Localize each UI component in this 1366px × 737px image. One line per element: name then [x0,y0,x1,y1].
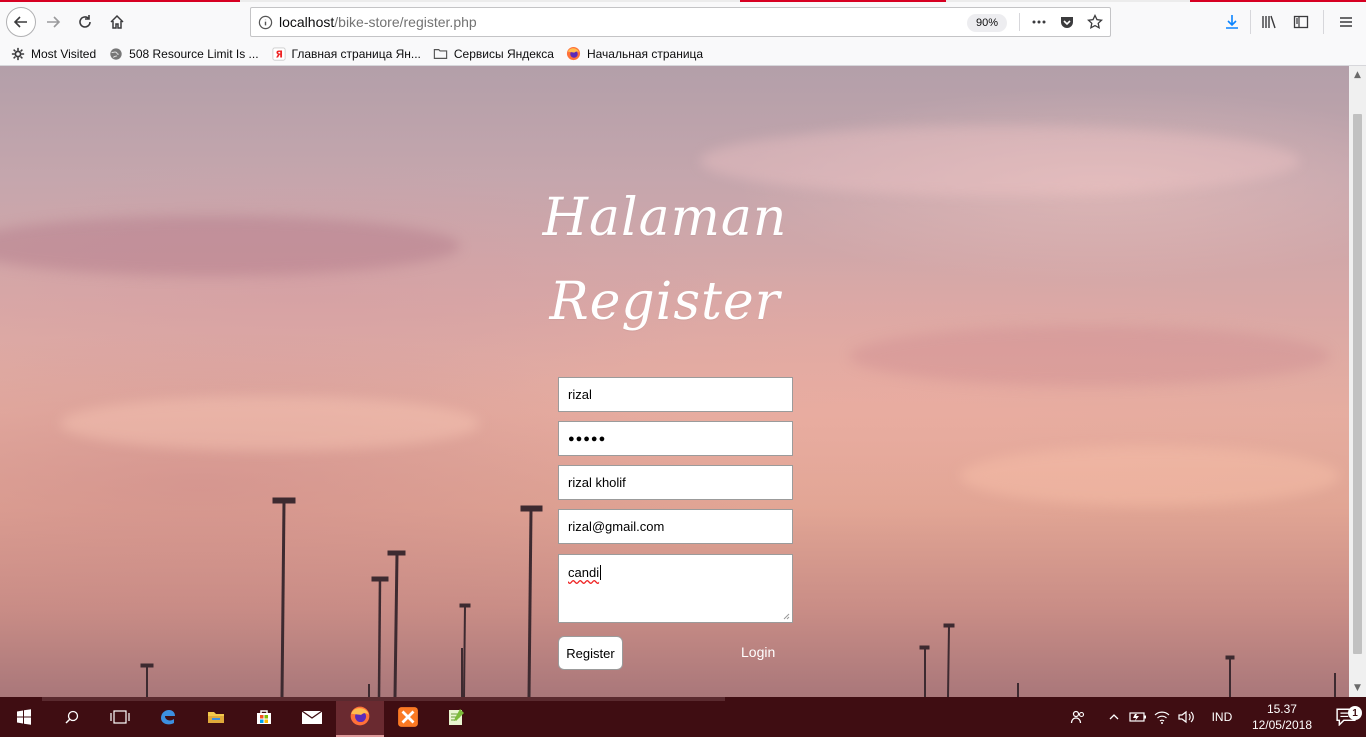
xampp-icon [398,707,418,727]
home-button[interactable] [102,7,132,37]
taskbar-highlight-strip [42,697,725,701]
svg-text:Я: Я [275,49,282,60]
email-input[interactable]: rizal@gmail.com [558,509,793,544]
bookmark-yandex-services[interactable]: Сервисы Яндекса [433,44,554,64]
edge-icon [161,710,175,725]
page-scrollbar[interactable]: ▲ ▼ [1349,66,1366,697]
bookmark-label: Начальная страница [586,46,704,61]
notepad-icon [449,709,464,725]
toolbar-divider [1250,10,1251,34]
folder-icon [208,712,224,723]
chevron-up-icon[interactable] [1102,697,1126,737]
username-input[interactable]: rizal [558,377,793,412]
resize-grip-icon[interactable] [782,612,790,620]
system-clock[interactable]: 15.37 12/05/2018 [1252,701,1312,733]
email-value: rizal@gmail.com [568,519,665,534]
bookmark-star-icon[interactable] [1086,12,1104,32]
taskbar-store[interactable] [240,697,288,737]
reload-icon [79,15,91,28]
windows-logo-icon [17,709,31,725]
home-icon [110,14,124,29]
task-view-button[interactable] [96,697,144,737]
password-mask: ●●●●● [568,432,607,445]
store-icon [257,710,271,724]
people-icon[interactable] [1062,697,1094,737]
fullname-input[interactable]: rizal kholif [558,465,793,500]
reload-button[interactable] [70,7,100,37]
downloads-button[interactable] [1216,6,1248,38]
search-button[interactable] [48,697,96,737]
url-divider [1019,13,1020,31]
bookmark-start-page[interactable]: Начальная страница [566,44,703,64]
taskbar-firefox[interactable] [336,697,384,737]
battery-icon[interactable] [1126,697,1150,737]
search-icon [65,710,79,724]
navigation-toolbar: localhost/bike-store/register.php 90% [0,2,1366,42]
task-view-icon [110,710,130,724]
firefox-icon [566,46,582,62]
forward-button[interactable] [38,7,68,37]
taskbar-file-explorer[interactable] [192,697,240,737]
mail-icon [301,710,323,724]
menu-button[interactable] [1330,6,1362,38]
login-link[interactable]: Login [741,644,775,660]
volume-icon[interactable] [1174,697,1198,737]
pocket-icon[interactable] [1058,12,1076,32]
firefox-icon [350,706,370,726]
clock-time: 15.37 [1266,702,1297,716]
library-button[interactable] [1253,6,1285,38]
hamburger-menu-icon [1340,17,1352,27]
bookmark-label: Most Visited [31,46,97,61]
arrow-right-icon [47,16,61,28]
page-title: Halaman Register [525,176,805,344]
page-viewport: Halaman Register rizal ●●●●● rizal kholi… [0,66,1349,697]
start-button[interactable] [0,697,48,737]
scroll-down-arrow-icon[interactable]: ▼ [1353,683,1362,693]
password-input[interactable]: ●●●●● [558,421,793,456]
gear-icon [10,46,26,62]
download-icon [1226,15,1238,29]
sidebar-icon [1293,15,1309,29]
action-center-button[interactable]: 1 [1326,706,1366,726]
url-bar[interactable]: localhost/bike-store/register.php 90% [250,7,1111,37]
bookmark-most-visited[interactable]: Most Visited [10,44,96,64]
back-button[interactable] [6,7,36,37]
bookmark-label: Главная страница Ян... [291,46,421,61]
address-value: candi [568,565,600,580]
globe-icon [108,46,124,62]
title-line-1: Halaman [542,188,788,248]
address-textarea[interactable]: candi [558,554,793,623]
notification-count-badge: 1 [1348,706,1362,720]
username-value: rizal [568,387,592,402]
wifi-icon[interactable] [1150,697,1174,737]
bookmark-508-resource[interactable]: 508 Resource Limit Is ... [108,44,259,64]
title-line-2: Register [549,272,781,332]
system-tray: IND 15.37 12/05/2018 1 [1062,697,1366,737]
taskbar-notepad[interactable] [432,697,480,737]
fullname-value: rizal kholif [568,475,626,490]
text-caret [600,565,602,580]
register-button[interactable]: Register [558,636,623,670]
sidebar-button[interactable] [1285,6,1317,38]
site-info-icon[interactable] [251,15,279,30]
scrollbar-thumb[interactable] [1353,114,1362,654]
taskbar-xampp[interactable] [384,697,432,737]
folder-icon [433,46,449,62]
page-actions-icon[interactable] [1030,12,1048,32]
windows-taskbar: IND 15.37 12/05/2018 1 [0,697,1366,737]
bookmark-label: 508 Resource Limit Is ... [129,46,259,61]
zoom-indicator[interactable]: 90% [967,14,1007,32]
bookmark-label: Сервисы Яндекса [453,46,554,61]
clock-date: 12/05/2018 [1251,718,1312,732]
yandex-icon: Я [271,46,287,62]
taskbar-mail[interactable] [288,697,336,737]
scroll-up-arrow-icon[interactable]: ▲ [1353,70,1362,80]
arrow-left-icon [13,16,27,28]
library-icon [1262,15,1276,29]
language-indicator[interactable]: IND [1202,697,1242,737]
bookmark-yandex-home[interactable]: Я Главная страница Ян... [271,44,421,64]
taskbar-edge[interactable] [144,697,192,737]
bookmarks-toolbar: Most Visited 508 Resource Limit Is ... Я… [0,42,1366,66]
toolbar-divider [1323,10,1324,34]
